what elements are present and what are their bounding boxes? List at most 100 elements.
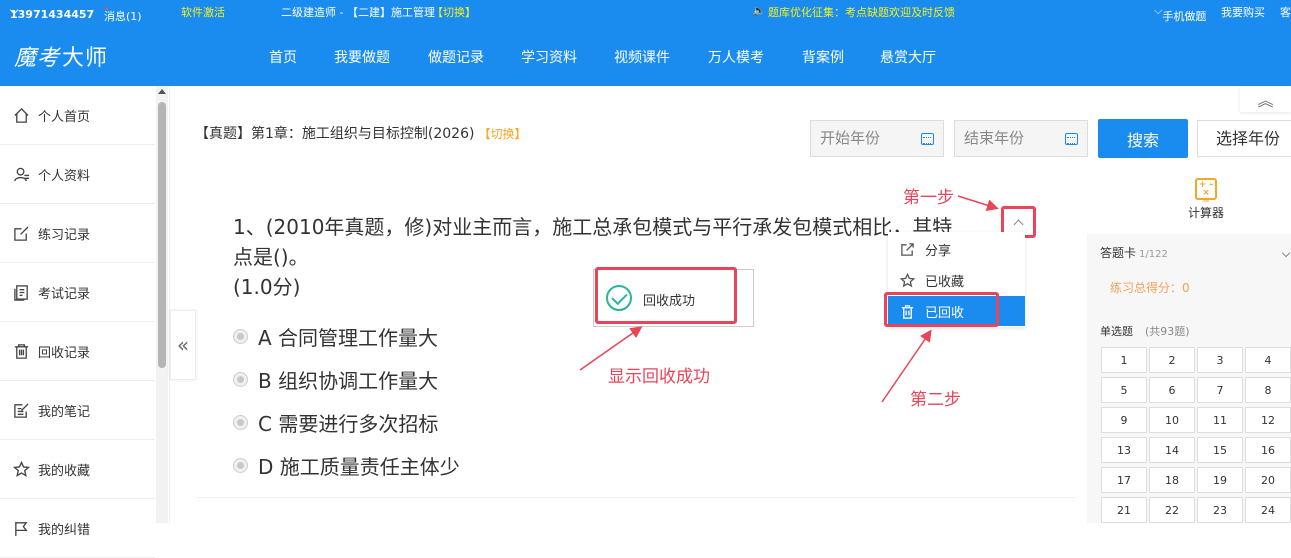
sidebar-item-profile[interactable]: 个人资料 [0, 145, 155, 204]
user-phone[interactable]: 13971434457 ⌵ [10, 4, 94, 21]
calendar-icon[interactable] [921, 133, 934, 145]
question-number-cell[interactable]: 3 [1197, 347, 1243, 373]
question-number-cell[interactable]: 21 [1101, 497, 1147, 523]
nav-materials[interactable]: 学习资料 [521, 47, 577, 67]
activate-link[interactable]: 软件激活 [181, 4, 225, 20]
scroll-up-icon[interactable] [158, 89, 166, 94]
question-number-cell[interactable]: 8 [1245, 377, 1291, 403]
question-number-cell[interactable]: 20 [1245, 467, 1291, 493]
nav-home[interactable]: 首页 [269, 47, 297, 67]
document-icon [12, 283, 30, 301]
success-toast: 回收成功 [593, 269, 754, 327]
question-number-cell[interactable]: 14 [1149, 437, 1195, 463]
chevron-up-icon[interactable] [1006, 211, 1030, 234]
user-phone-text: 13971434457 [10, 8, 95, 21]
sidebar-item-recycle[interactable]: 回收记录 [0, 322, 155, 381]
option-d[interactable]: D 施工质量责任主体少 [233, 451, 460, 480]
question-number-cell[interactable]: 5 [1101, 377, 1147, 403]
logo-text: 大师 [62, 45, 109, 70]
question-number-cell[interactable]: 11 [1197, 407, 1243, 433]
radio-button[interactable] [233, 458, 248, 473]
logo-script: 魔考 [14, 46, 61, 71]
sidebar-item-corrections[interactable]: 我的纠错 [0, 499, 155, 558]
arrow-step1 [957, 195, 999, 212]
question-number-cell[interactable]: 16 [1245, 437, 1291, 463]
search-button[interactable]: 搜索 [1098, 119, 1188, 158]
question-number-cell[interactable]: 4 [1245, 347, 1291, 373]
divider [196, 497, 1076, 498]
radio-button[interactable] [233, 415, 248, 430]
mobile-link[interactable]: ⌵ 手机做题 [1154, 4, 1206, 23]
more-link[interactable]: 客 [1280, 4, 1291, 20]
sidebar-item-exams[interactable]: 考试记录 [0, 263, 155, 322]
annotation-success: 显示回收成功 [608, 367, 710, 387]
course-name: 二级建造师 - 【二建】施工管理 [281, 6, 435, 19]
end-year-placeholder: 结束年份 [964, 129, 1025, 147]
question-number-cell[interactable]: 17 [1101, 467, 1147, 493]
menu-recycled[interactable]: 已回收 [888, 296, 1025, 326]
question-number-cell[interactable]: 2 [1149, 347, 1195, 373]
collapse-top-button[interactable]: ︽ [1240, 86, 1291, 112]
nav-practice[interactable]: 我要做题 [334, 47, 390, 67]
sidebar-item-label: 我的纠错 [38, 522, 91, 538]
question-number-cell[interactable]: 24 [1245, 497, 1291, 523]
messages-link[interactable]: 消息(1) • [104, 4, 142, 23]
question-number-cell[interactable]: 15 [1197, 437, 1243, 463]
option-c[interactable]: C 需要进行多次招标 [233, 408, 438, 437]
start-year-input[interactable]: 开始年份 [810, 120, 944, 157]
sidebar-scroll-thumb[interactable] [158, 102, 166, 368]
end-year-input[interactable]: 结束年份 [954, 120, 1088, 157]
nav-records[interactable]: 做题记录 [428, 47, 484, 67]
sidebar-item-home[interactable]: 个人首页 [0, 86, 155, 145]
question-number-cell[interactable]: 22 [1149, 497, 1195, 523]
question-number-cell[interactable]: 13 [1101, 437, 1147, 463]
chapter-title: 【真题】第1章：施工组织与目标控制(2026) 【切换】 [195, 123, 526, 143]
question-number-cell[interactable]: 7 [1197, 377, 1243, 403]
top-bar: 13971434457 ⌵ 消息(1) • 软件激活 二级建造师 - 【二建】施工… [0, 0, 1291, 23]
question-number-cell[interactable]: 6 [1149, 377, 1195, 403]
question-number-cell[interactable]: 23 [1197, 497, 1243, 523]
double-chevron-left-icon: « [176, 333, 190, 357]
notice-link[interactable]: 题库优化征集：考点缺题欢迎及时反馈 [768, 4, 955, 20]
menu-favorited-label: 已收藏 [925, 274, 965, 290]
select-year-button[interactable]: 选择年份 [1197, 120, 1291, 157]
nav-mock-exam[interactable]: 万人模考 [708, 47, 764, 67]
radio-button[interactable] [233, 372, 248, 387]
question-number-cell[interactable]: 1 [1101, 347, 1147, 373]
question-number-cell[interactable]: 12 [1245, 407, 1291, 433]
question-number-cell[interactable]: 10 [1149, 407, 1195, 433]
chapter-switch-link[interactable]: 【切换】 [478, 127, 526, 141]
nav-cases[interactable]: 背案例 [802, 47, 844, 67]
menu-share-label: 分享 [925, 243, 952, 259]
sidebar-item-label: 个人首页 [38, 109, 91, 125]
menu-share[interactable]: 分享 [888, 234, 1025, 264]
sidebar-item-favorites[interactable]: 我的收藏 [0, 440, 155, 499]
option-label: B 组织协调工作量大 [258, 369, 439, 393]
menu-favorited[interactable]: 已收藏 [888, 265, 1025, 295]
home-icon [12, 106, 30, 124]
collapse-sidebar-button[interactable]: « [170, 310, 196, 380]
buy-link[interactable]: 我要购买 [1221, 4, 1265, 20]
check-circle-icon [606, 285, 632, 311]
nav-bounty[interactable]: 悬赏大厅 [880, 47, 936, 67]
sidebar-item-notes[interactable]: 我的笔记 [0, 381, 155, 440]
option-a[interactable]: A 合同管理工作量大 [233, 322, 438, 351]
radio-button[interactable] [233, 329, 248, 344]
logo[interactable]: 魔考大师 [14, 40, 108, 72]
option-b[interactable]: B 组织协调工作量大 [233, 365, 438, 394]
answer-progress: 1/122 [1139, 249, 1168, 260]
course-switch-link[interactable]: 【切换】 [432, 4, 476, 20]
question-number-cell[interactable]: 19 [1197, 467, 1243, 493]
sidebar-item-label: 练习记录 [38, 227, 91, 243]
question-number-cell[interactable]: 9 [1101, 407, 1147, 433]
sidebar-item-label: 我的笔记 [38, 404, 91, 420]
nav-videos[interactable]: 视频课件 [614, 47, 670, 67]
star-icon [12, 460, 30, 478]
question-number-cell[interactable]: 18 [1149, 467, 1195, 493]
sidebar-item-practice[interactable]: 练习记录 [0, 204, 155, 263]
main-nav: 魔考大师 首页 我要做题 做题记录 学习资料 视频课件 万人模考 背案例 悬赏大… [0, 22, 1291, 86]
share-icon [901, 242, 914, 256]
calendar-icon[interactable] [1065, 133, 1078, 145]
edit-icon [12, 224, 30, 242]
calculator-button[interactable]: + - × = 计算器 [1184, 178, 1228, 221]
